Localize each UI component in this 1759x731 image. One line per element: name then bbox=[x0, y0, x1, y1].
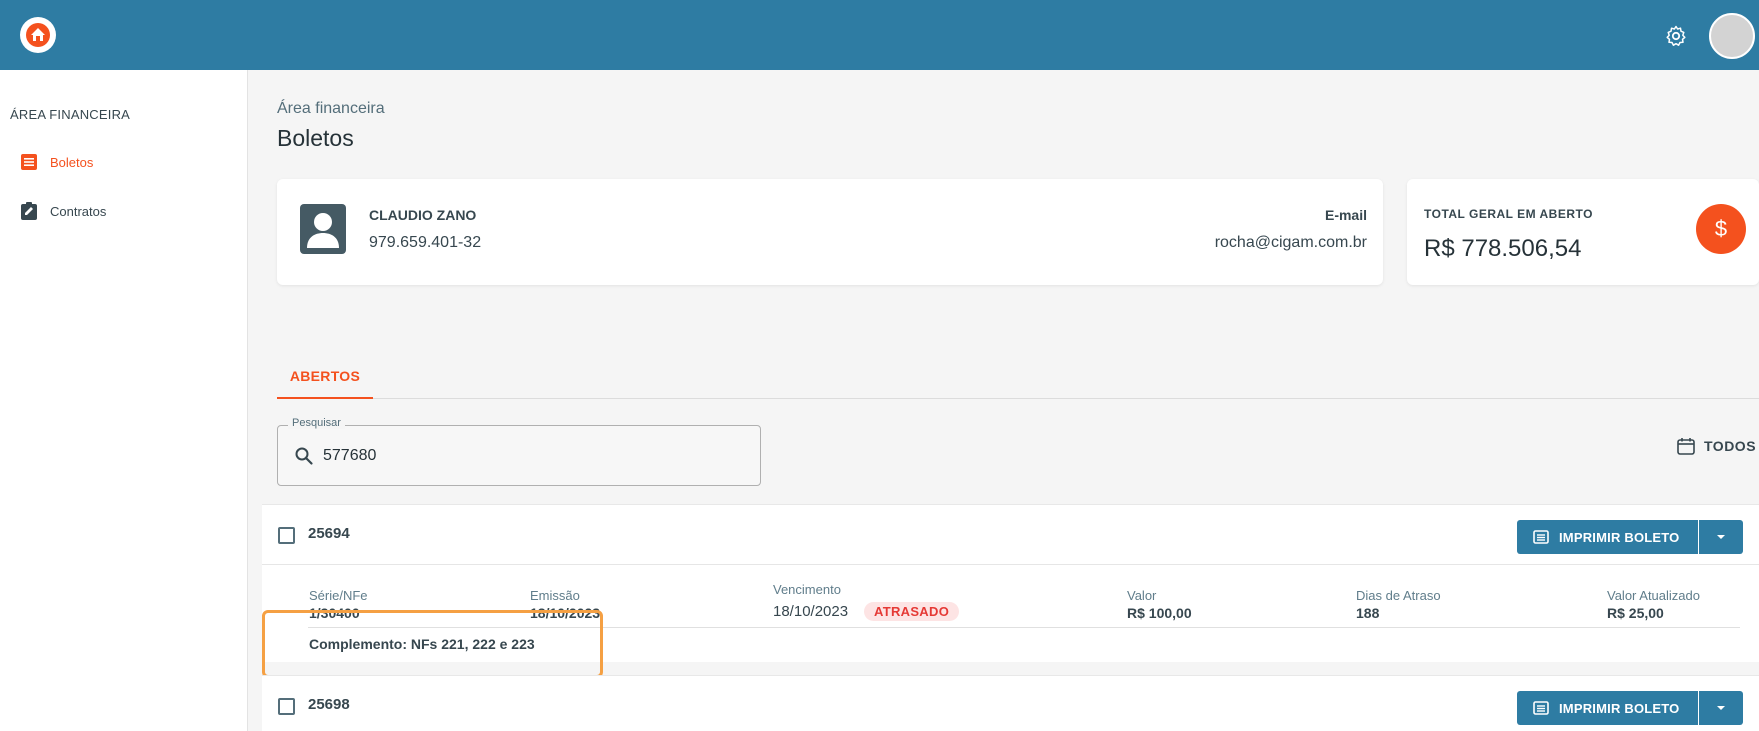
boleto-checkbox[interactable] bbox=[278, 527, 295, 544]
print-options-dropdown[interactable] bbox=[1699, 691, 1743, 725]
user-avatar[interactable] bbox=[1709, 13, 1755, 59]
date-filter-button[interactable]: TODOS bbox=[1676, 434, 1756, 458]
search-icon bbox=[295, 447, 313, 465]
logo-icon bbox=[26, 23, 50, 47]
app-logo[interactable] bbox=[20, 17, 56, 53]
top-bar bbox=[0, 0, 1759, 70]
sidebar-item-label: Contratos bbox=[50, 203, 107, 219]
serie-label: Série/NFe bbox=[309, 588, 368, 603]
customer-name: CLAUDIO ZANO bbox=[369, 207, 477, 223]
search-input[interactable] bbox=[323, 442, 743, 470]
email-label: E-mail bbox=[1324, 207, 1367, 223]
highlight-box bbox=[262, 610, 603, 678]
dollar-icon: $ bbox=[1696, 204, 1746, 254]
search-label: Pesquisar bbox=[288, 417, 345, 429]
total-label: TOTAL GERAL EM ABERTO bbox=[1424, 207, 1593, 221]
sidebar-item-contratos[interactable]: Contratos bbox=[20, 199, 106, 223]
valor-label: Valor bbox=[1127, 588, 1157, 603]
boleto-number: 25694 bbox=[308, 525, 350, 542]
customer-document: 979.659.401-32 bbox=[369, 234, 482, 251]
search-field: Pesquisar bbox=[277, 417, 761, 486]
boleto-header: 25698 IMPRIMIR BOLETO bbox=[262, 676, 1759, 731]
tab-abertos[interactable]: ABERTOS bbox=[277, 355, 373, 399]
calendar-icon bbox=[1677, 438, 1695, 455]
customer-card: CLAUDIO ZANO 979.659.401-32 E-mail rocha… bbox=[277, 179, 1383, 285]
list-icon bbox=[20, 153, 38, 171]
gear-icon[interactable] bbox=[1664, 24, 1688, 48]
caret-down-icon bbox=[1717, 706, 1725, 710]
receipt-icon bbox=[1533, 701, 1549, 715]
clipboard-edit-icon bbox=[20, 202, 38, 220]
tab-bar: ABERTOS bbox=[277, 355, 1759, 399]
page-title: Boletos bbox=[277, 125, 354, 151]
total-value: R$ 778.506,54 bbox=[1424, 235, 1582, 262]
valor-value: R$ 100,00 bbox=[1127, 605, 1192, 621]
email-value: rocha@cigam.com.br bbox=[1214, 234, 1367, 251]
sidebar-section-title: ÁREA FINANCEIRA bbox=[10, 107, 131, 122]
print-boleto-button[interactable]: IMPRIMIR BOLETO bbox=[1517, 691, 1698, 725]
sidebar-item-boletos[interactable]: Boletos bbox=[20, 150, 93, 174]
vencimento-value: 18/10/2023 bbox=[773, 603, 849, 620]
breadcrumb: Área financeira bbox=[277, 100, 385, 117]
boleto-number: 25698 bbox=[308, 696, 350, 713]
receipt-icon bbox=[1533, 530, 1549, 544]
boleto-header: 25694 IMPRIMIR BOLETO bbox=[262, 505, 1759, 565]
caret-down-icon bbox=[1717, 535, 1725, 539]
valor-atualizado-value: R$ 25,00 bbox=[1607, 605, 1664, 621]
print-boleto-label: IMPRIMIR BOLETO bbox=[1559, 529, 1680, 545]
print-options-dropdown[interactable] bbox=[1699, 520, 1743, 554]
dias-atraso-value: 188 bbox=[1356, 605, 1380, 621]
emissao-label: Emissão bbox=[530, 588, 580, 603]
sidebar: ÁREA FINANCEIRA Boletos Contratos bbox=[0, 70, 248, 731]
total-card: TOTAL GERAL EM ABERTO R$ 778.506,54 $ bbox=[1407, 179, 1759, 285]
print-boleto-label: IMPRIMIR BOLETO bbox=[1559, 700, 1680, 716]
dias-atraso-label: Dias de Atraso bbox=[1356, 588, 1441, 603]
boleto-checkbox[interactable] bbox=[278, 698, 295, 715]
boleto-item: 25698 IMPRIMIR BOLETO bbox=[262, 675, 1759, 731]
date-filter-label: TODOS bbox=[1704, 438, 1757, 454]
print-boleto-button[interactable]: IMPRIMIR BOLETO bbox=[1517, 520, 1698, 554]
status-badge: ATRASADO bbox=[864, 602, 960, 621]
sidebar-item-label: Boletos bbox=[50, 154, 94, 170]
vencimento-label: Vencimento bbox=[773, 582, 841, 597]
user-profile-icon bbox=[300, 204, 346, 254]
valor-atualizado-label: Valor Atualizado bbox=[1607, 588, 1700, 603]
